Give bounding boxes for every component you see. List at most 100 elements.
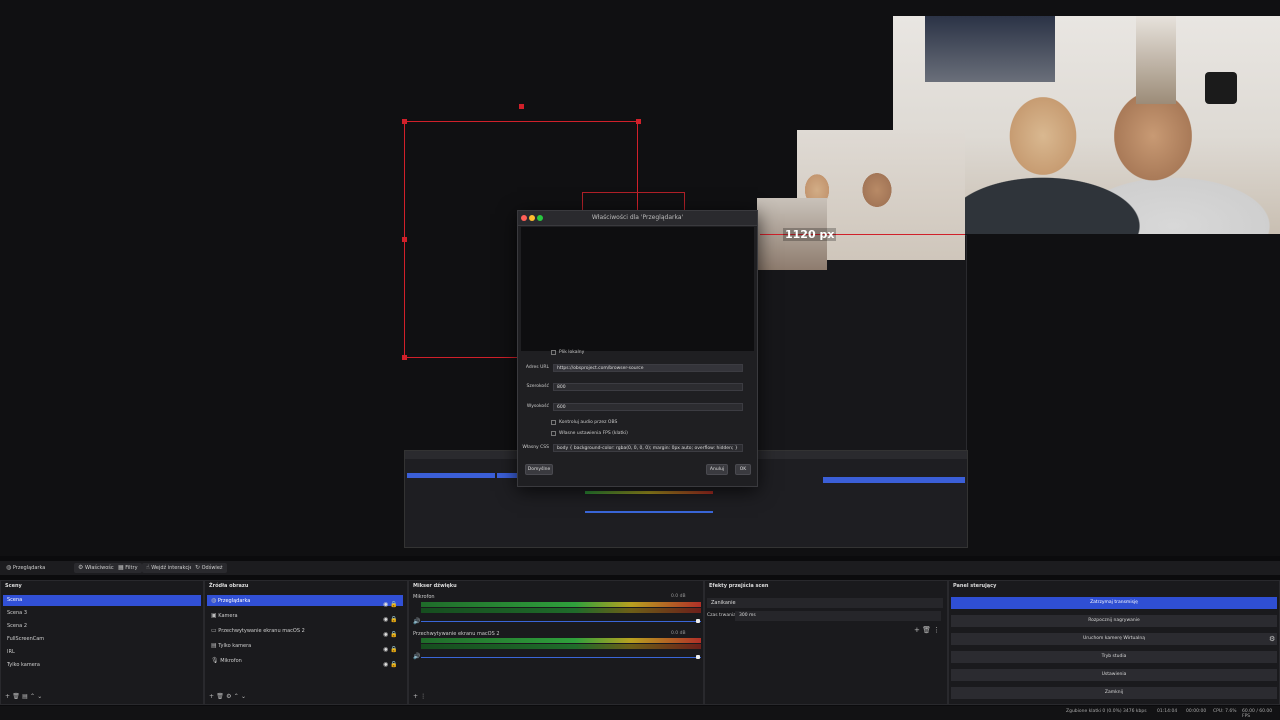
bitrate: 3476 kbps xyxy=(1123,709,1147,714)
width-label: Szerokość xyxy=(526,384,549,389)
scene-item[interactable]: Scena 3 xyxy=(3,608,201,619)
stop-streaming-button[interactable]: Zatrzymaj transmisję xyxy=(951,597,1277,609)
rotate-handle[interactable] xyxy=(519,104,524,109)
scene-item[interactable]: Tylko kamera xyxy=(3,660,201,671)
volume-meter xyxy=(421,638,701,643)
source-item[interactable]: ▤ Tylko kamera xyxy=(207,640,403,651)
resize-handle-tr[interactable] xyxy=(636,119,641,124)
url-input[interactable]: https://obsproject.com/browser-source xyxy=(553,364,743,372)
resize-handle-tl[interactable] xyxy=(402,119,407,124)
height-spinbox[interactable]: 600 xyxy=(553,403,743,411)
speaker-icon[interactable]: 🔊 xyxy=(413,618,420,625)
source-item[interactable]: 🎙 Mikrofon xyxy=(207,655,403,666)
trash-icon[interactable]: 🗑 xyxy=(12,693,20,700)
mixer-title: Mikser dźwięku xyxy=(413,583,457,589)
volume-meter xyxy=(421,602,701,607)
width-spinbox[interactable]: 800 xyxy=(553,383,743,391)
dialog-title: Właściwości dla 'Przeglądarka' xyxy=(591,214,684,221)
add-icon[interactable]: + xyxy=(413,693,418,700)
rec-time: 00:00:00 xyxy=(1186,709,1207,714)
source-item[interactable]: ▭ Przechwytywanie ekranu macOS 2 xyxy=(207,625,403,636)
volume-slider[interactable] xyxy=(421,657,701,658)
globe-icon: ◍ xyxy=(211,597,217,604)
channel-db: 0.0 dB xyxy=(671,594,686,599)
properties-dialog[interactable]: Właściwości dla 'Przeglądarka' Plik loka… xyxy=(517,210,758,487)
source-item[interactable]: ◍ Przeglądarka xyxy=(207,595,403,606)
measure-label: 1120 px xyxy=(783,228,837,241)
filter-icon[interactable]: ▤ xyxy=(22,693,28,700)
volume-slider-knob[interactable] xyxy=(696,655,700,659)
sources-dock: Źródła obrazu ◍ Przeglądarka ▣ Kamera ▭ … xyxy=(204,580,408,705)
transition-select[interactable]: Zanikanie xyxy=(707,598,943,608)
start-recording-button[interactable]: Rozpocznij nagrywanie xyxy=(951,615,1277,627)
interact-button[interactable]: ☝ Wejdź interakcję xyxy=(142,563,197,573)
transition-tools: + 🗑 ⋮ xyxy=(914,626,940,634)
add-icon[interactable]: + xyxy=(5,693,10,700)
globe-icon: ◍ xyxy=(6,564,12,571)
cancel-button[interactable]: Anuluj xyxy=(706,464,728,475)
mic-icon: 🎙 xyxy=(211,657,219,664)
studio-mode-button[interactable]: Tryb studia xyxy=(951,651,1277,663)
down-icon[interactable]: ⌄ xyxy=(241,693,246,700)
audio-checkbox[interactable] xyxy=(551,420,556,425)
local-file-checkbox[interactable] xyxy=(551,350,556,355)
volume-slider[interactable] xyxy=(421,621,701,622)
dialog-titlebar[interactable]: Właściwości dla 'Przeglądarka' xyxy=(518,211,757,226)
filters-button[interactable]: ▦ Filtry xyxy=(114,563,142,573)
properties-button[interactable]: ⚙ Właściwości xyxy=(74,563,120,573)
refresh-icon: ↻ xyxy=(195,564,201,571)
duration-spinbox[interactable]: 300 ms xyxy=(735,611,941,621)
source-item[interactable]: ▣ Kamera xyxy=(207,610,403,621)
source-toolbar: ◍ Przeglądarka ⚙ Właściwości ▦ Filtry ☝ … xyxy=(0,561,1280,575)
ok-button[interactable]: OK xyxy=(735,464,751,475)
more-icon[interactable]: ⋮ xyxy=(420,693,426,700)
trash-icon[interactable]: 🗑 xyxy=(216,693,224,700)
scenes-dock: Sceny Scena Scena 3 Scena 2 FullScreenCa… xyxy=(0,580,204,705)
refresh-button[interactable]: ↻ Odśwież xyxy=(191,563,227,573)
trash-icon[interactable]: 🗑 xyxy=(922,626,931,634)
settings-button[interactable]: Ustawienia xyxy=(951,669,1277,681)
scene-item[interactable]: Scena xyxy=(3,595,201,606)
eye-icon[interactable]: ◉ 🔒 xyxy=(383,627,398,642)
poster-image xyxy=(925,16,1055,82)
gear-icon[interactable]: ⚙ xyxy=(1269,635,1275,643)
defaults-button[interactable]: Domyślne xyxy=(525,464,553,475)
up-icon[interactable]: ⌃ xyxy=(30,693,35,700)
speaker-icon[interactable]: 🔊 xyxy=(413,653,420,660)
channel-name: Przechwytywanie ekranu macOS 2 xyxy=(413,631,500,637)
volume-slider-knob[interactable] xyxy=(696,619,700,623)
eye-icon[interactable]: ◉ 🔒 xyxy=(383,642,398,657)
poster-image-2 xyxy=(1136,16,1176,104)
height-label: Wysokość xyxy=(526,404,549,409)
down-icon[interactable]: ⌄ xyxy=(37,693,42,700)
virtual-camera-button[interactable]: Uruchom kamerę Wirtualną xyxy=(951,633,1277,645)
scene-item[interactable]: Scena 2 xyxy=(3,621,201,632)
eye-icon[interactable]: ◉ 🔒 xyxy=(383,597,398,612)
more-icon[interactable]: ⋮ xyxy=(933,626,940,634)
zoom-icon[interactable] xyxy=(537,215,543,221)
up-icon[interactable]: ⌃ xyxy=(234,693,239,700)
css-textarea[interactable]: body { background-color: rgba(0, 0, 0, 0… xyxy=(553,444,743,452)
gear-icon: ⚙ xyxy=(78,564,84,571)
exit-button[interactable]: Zamknij xyxy=(951,687,1277,699)
scene-icon: ▤ xyxy=(211,642,217,649)
sources-title: Źródła obrazu xyxy=(209,583,249,589)
cpu-usage: CPU: 7.6% xyxy=(1213,709,1237,714)
resize-handle-bl[interactable] xyxy=(402,355,407,360)
add-icon[interactable]: + xyxy=(914,626,920,634)
gear-icon[interactable]: ⚙ xyxy=(226,693,231,700)
scenes-footer: + 🗑 ▤ ⌃ ⌄ xyxy=(5,692,42,700)
scene-item[interactable]: FullScreenCam xyxy=(3,634,201,645)
transitions-title: Efekty przejścia scen xyxy=(709,583,769,589)
add-icon[interactable]: + xyxy=(209,693,214,700)
eye-icon[interactable]: ◉ 🔒 xyxy=(383,657,398,672)
minimize-icon[interactable] xyxy=(529,215,535,221)
resize-handle-l[interactable] xyxy=(402,237,407,242)
filter-icon: ▦ xyxy=(118,564,124,571)
scene-item[interactable]: IRL xyxy=(3,647,201,658)
fps: 60.00 / 60.00 FPS xyxy=(1242,709,1273,719)
close-icon[interactable] xyxy=(521,215,527,221)
eye-icon[interactable]: ◉ 🔒 xyxy=(383,612,398,627)
camera-icon: ▣ xyxy=(211,612,217,619)
fps-checkbox[interactable] xyxy=(551,431,556,436)
